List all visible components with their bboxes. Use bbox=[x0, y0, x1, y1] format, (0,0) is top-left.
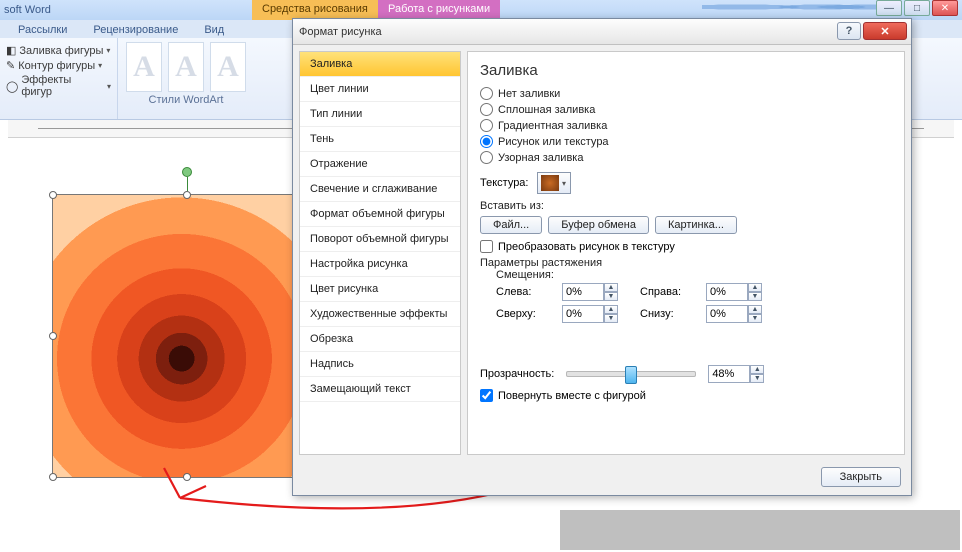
shape-fill-button[interactable]: ◧Заливка фигуры▾ bbox=[6, 44, 111, 57]
resize-handle-tm[interactable] bbox=[183, 191, 191, 199]
offset-right-spinner[interactable]: ▲▼ bbox=[706, 283, 774, 301]
tile-checkbox-row[interactable]: Преобразовать рисунок в текстуру bbox=[480, 240, 892, 253]
fill-gradient-radio[interactable]: Градиентная заливка bbox=[480, 119, 892, 132]
wordart-style-3[interactable]: A bbox=[210, 42, 246, 92]
nav-artistic-effects[interactable]: Художественные эффекты bbox=[300, 302, 460, 327]
file-button[interactable]: Файл... bbox=[480, 216, 542, 234]
pen-icon: ✎ bbox=[6, 59, 15, 72]
rotation-handle[interactable] bbox=[182, 167, 192, 177]
stretch-params-label: Параметры растяжения bbox=[480, 257, 892, 269]
insert-from-label: Вставить из: bbox=[480, 200, 892, 212]
maximize-button[interactable]: □ bbox=[904, 0, 930, 16]
nav-line-style[interactable]: Тип линии bbox=[300, 102, 460, 127]
fill-solid-radio[interactable]: Сплошная заливка bbox=[480, 103, 892, 116]
nav-glow[interactable]: Свечение и сглаживание bbox=[300, 177, 460, 202]
paint-bucket-icon: ◧ bbox=[6, 44, 16, 57]
transparency-spinner[interactable]: ▲▼ bbox=[708, 365, 764, 383]
shape-outline-button[interactable]: ✎Контур фигуры▾ bbox=[6, 59, 111, 72]
clipboard-button[interactable]: Буфер обмена bbox=[548, 216, 649, 234]
tab-mailings[interactable]: Рассылки bbox=[10, 22, 75, 38]
nav-crop[interactable]: Обрезка bbox=[300, 327, 460, 352]
background-band bbox=[560, 510, 960, 550]
tile-checkbox[interactable] bbox=[480, 240, 493, 253]
tab-view[interactable]: Вид bbox=[196, 22, 232, 38]
offset-right-label: Справа: bbox=[640, 286, 696, 298]
rotation-stem bbox=[187, 177, 188, 191]
rotate-with-shape-row[interactable]: Повернуть вместе с фигурой bbox=[480, 389, 892, 402]
tab-review[interactable]: Рецензирование bbox=[85, 22, 186, 38]
context-tab-picture[interactable]: Работа с рисунками bbox=[378, 0, 500, 20]
offset-bottom-label: Снизу: bbox=[640, 308, 696, 320]
offset-top-label: Сверху: bbox=[496, 308, 552, 320]
fill-picture-radio[interactable]: Рисунок или текстура bbox=[480, 135, 892, 148]
nav-textbox[interactable]: Надпись bbox=[300, 352, 460, 377]
dialog-nav-list: Заливка Цвет линии Тип линии Тень Отраже… bbox=[299, 51, 461, 455]
transparency-slider[interactable] bbox=[566, 371, 696, 377]
dialog-titlebar[interactable]: Формат рисунка ? ✕ bbox=[293, 19, 911, 45]
spin-up-icon[interactable]: ▲ bbox=[604, 283, 618, 292]
minimize-button[interactable]: — bbox=[876, 0, 902, 16]
app-name: soft Word bbox=[4, 4, 51, 16]
nav-fill[interactable]: Заливка bbox=[300, 52, 460, 77]
shape-styles-group: ◧Заливка фигуры▾ ✎Контур фигуры▾ ◯Эффект… bbox=[0, 38, 118, 119]
texture-swatch-icon bbox=[541, 175, 559, 191]
dialog-main-panel: Заливка Нет заливки Сплошная заливка Гра… bbox=[467, 51, 905, 455]
nav-shadow[interactable]: Тень bbox=[300, 127, 460, 152]
offset-left-label: Слева: bbox=[496, 286, 552, 298]
nav-3d-format[interactable]: Формат объемной фигуры bbox=[300, 202, 460, 227]
dialog-close-footer-button[interactable]: Закрыть bbox=[821, 467, 901, 487]
fill-pattern-radio[interactable]: Узорная заливка bbox=[480, 151, 892, 164]
chevron-down-icon: ▾ bbox=[106, 46, 110, 55]
nav-picture-corrections[interactable]: Настройка рисунка bbox=[300, 252, 460, 277]
panel-title: Заливка bbox=[480, 62, 892, 79]
transparency-label: Прозрачность: bbox=[480, 368, 554, 380]
context-tab-drawing[interactable]: Средства рисования bbox=[252, 0, 378, 20]
fill-none-radio[interactable]: Нет заливки bbox=[480, 87, 892, 100]
resize-handle-tl[interactable] bbox=[49, 191, 57, 199]
format-picture-dialog: Формат рисунка ? ✕ Заливка Цвет линии Ти… bbox=[292, 18, 912, 496]
app-titlebar: soft Word Средства рисования Работа с ри… bbox=[0, 0, 962, 20]
slider-thumb[interactable] bbox=[625, 366, 637, 384]
flower-image bbox=[53, 195, 321, 477]
offsets-label: Смещения: bbox=[496, 269, 892, 281]
offset-left-spinner[interactable]: ▲▼ bbox=[562, 283, 630, 301]
chevron-down-icon: ▾ bbox=[562, 179, 566, 188]
selected-picture[interactable] bbox=[52, 194, 322, 478]
resize-handle-bm[interactable] bbox=[183, 473, 191, 481]
shape-effects-button[interactable]: ◯Эффекты фигур▾ bbox=[6, 74, 111, 98]
dialog-title: Формат рисунка bbox=[299, 26, 382, 38]
resize-handle-bl[interactable] bbox=[49, 473, 57, 481]
chevron-down-icon: ▾ bbox=[107, 82, 111, 91]
dialog-close-button[interactable]: ✕ bbox=[863, 22, 907, 40]
texture-label: Текстура: bbox=[480, 177, 529, 189]
nav-reflection[interactable]: Отражение bbox=[300, 152, 460, 177]
resize-handle-ml[interactable] bbox=[49, 332, 57, 340]
dialog-help-button[interactable]: ? bbox=[837, 22, 861, 40]
wordart-group-label: Стили WordArt bbox=[126, 94, 246, 106]
wordart-styles-group: A A A Стили WordArt bbox=[118, 38, 254, 119]
rotate-with-shape-checkbox[interactable] bbox=[480, 389, 493, 402]
offset-bottom-spinner[interactable]: ▲▼ bbox=[706, 305, 774, 323]
nav-3d-rotation[interactable]: Поворот объемной фигуры bbox=[300, 227, 460, 252]
nav-alt-text[interactable]: Замещающий текст bbox=[300, 377, 460, 402]
wordart-style-2[interactable]: A bbox=[168, 42, 204, 92]
nav-line-color[interactable]: Цвет линии bbox=[300, 77, 460, 102]
effects-icon: ◯ bbox=[6, 80, 18, 93]
spin-down-icon[interactable]: ▼ bbox=[604, 292, 618, 301]
clipart-button[interactable]: Картинка... bbox=[655, 216, 737, 234]
fill-type-radiogroup: Нет заливки Сплошная заливка Градиентная… bbox=[480, 87, 892, 164]
offset-top-spinner[interactable]: ▲▼ bbox=[562, 305, 630, 323]
chevron-down-icon: ▾ bbox=[98, 61, 102, 70]
nav-picture-color[interactable]: Цвет рисунка bbox=[300, 277, 460, 302]
texture-picker-button[interactable]: ▾ bbox=[537, 172, 571, 194]
close-button[interactable]: ✕ bbox=[932, 0, 958, 16]
wordart-style-1[interactable]: A bbox=[126, 42, 162, 92]
decorative-clouds bbox=[702, 0, 902, 14]
